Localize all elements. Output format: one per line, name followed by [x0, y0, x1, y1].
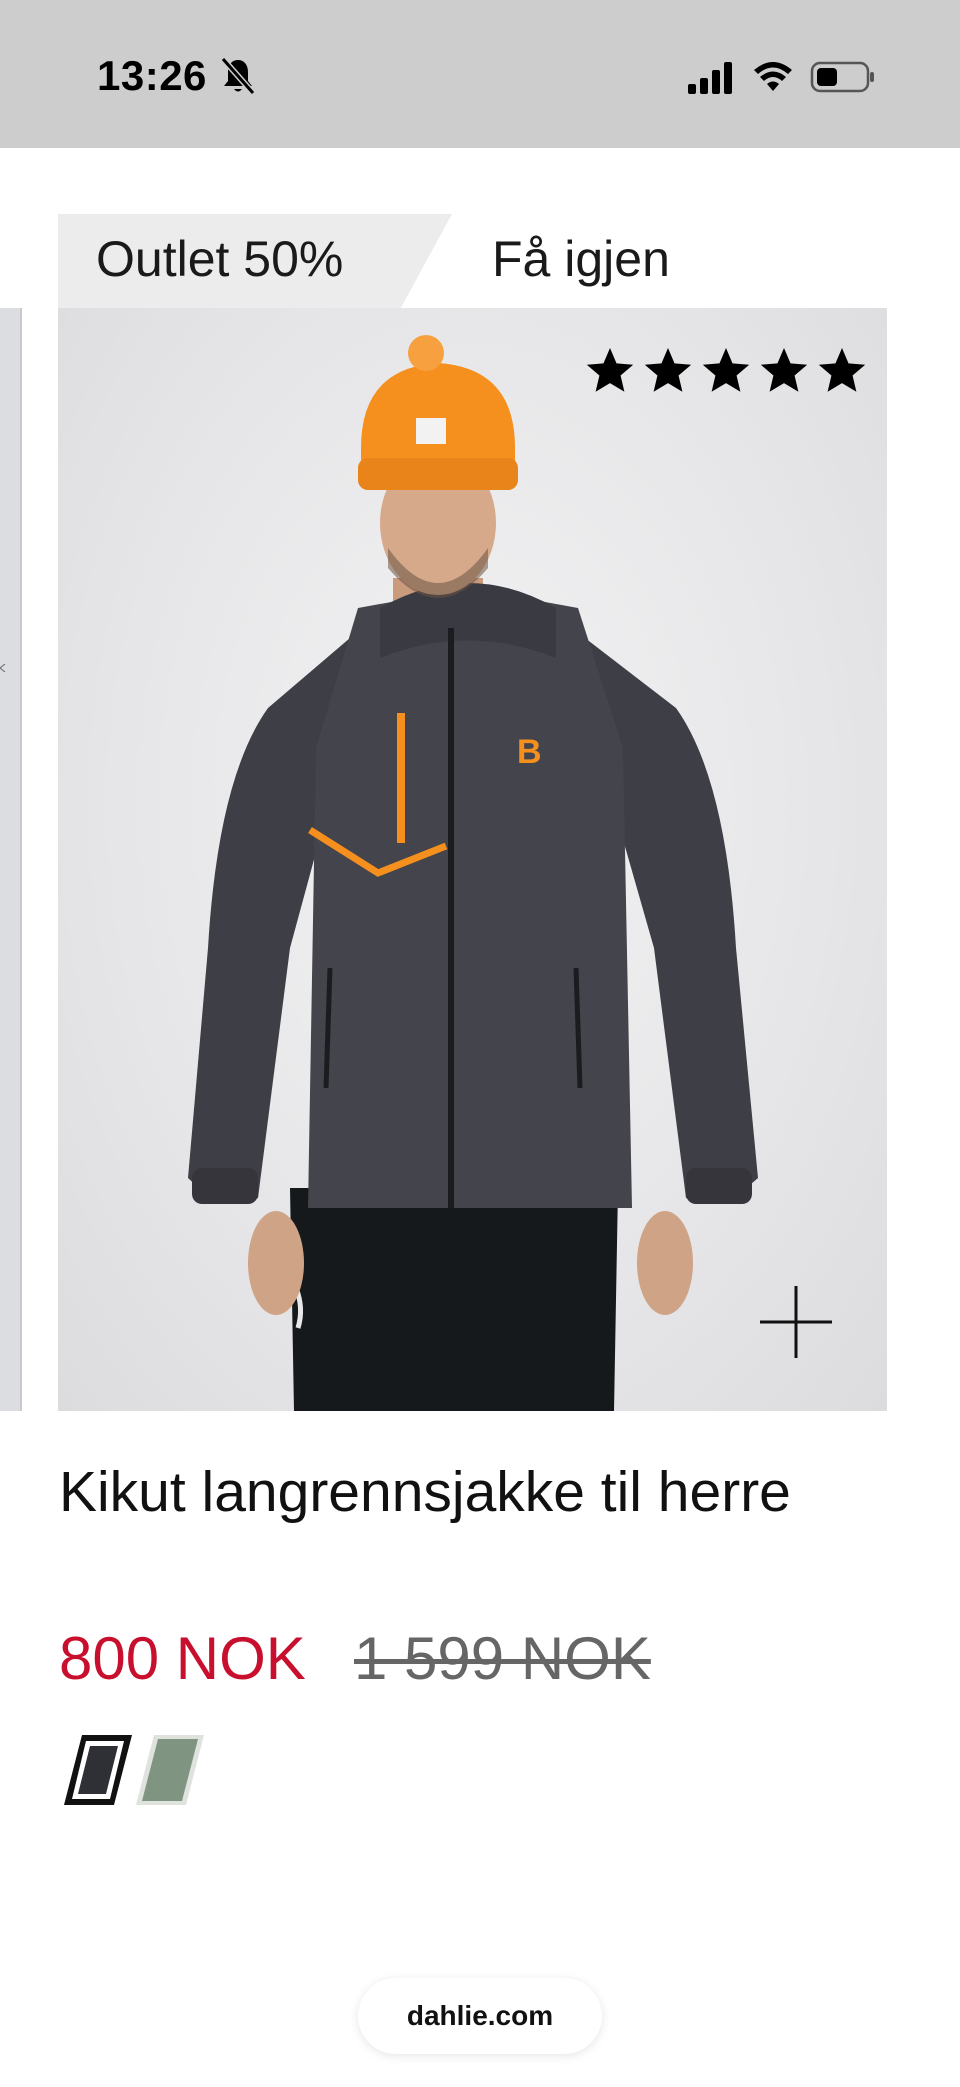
product-title[interactable]: Kikut langrennsjakke til herre — [59, 1460, 819, 1524]
color-swatches — [62, 1733, 206, 1807]
svg-text:B: B — [517, 733, 542, 771]
star-icon — [818, 348, 866, 392]
url-bar[interactable]: dahlie.com — [358, 1978, 602, 2054]
status-time: 13:26 — [97, 52, 207, 99]
star-icon — [644, 348, 692, 392]
product-image[interactable]: B — [58, 308, 887, 1411]
original-price: 1 599 NOK — [354, 1625, 651, 1692]
bell-slash-icon — [220, 57, 256, 95]
swatch-dark-gray[interactable] — [62, 1733, 134, 1807]
signal-icon — [687, 62, 732, 94]
star-icon — [760, 348, 808, 392]
sale-price: 800 NOK — [59, 1625, 306, 1692]
plus-icon[interactable] — [758, 1284, 834, 1360]
product-photo: B — [188, 335, 758, 1411]
star-icon — [586, 348, 634, 392]
outlet-tag-label: Outlet 50% — [96, 231, 344, 287]
previous-product-card[interactable] — [0, 308, 22, 1411]
rating-stars — [583, 344, 869, 398]
restock-tag: Få igjen — [492, 231, 670, 287]
wifi-icon — [754, 62, 792, 91]
star-icon — [702, 348, 750, 392]
outlet-tag: Outlet 50% — [58, 214, 452, 308]
chevron-icon — [0, 664, 6, 672]
swatch-sage-green[interactable] — [134, 1733, 206, 1807]
battery-icon — [810, 61, 874, 93]
status-bar: 13:26 — [0, 0, 960, 148]
